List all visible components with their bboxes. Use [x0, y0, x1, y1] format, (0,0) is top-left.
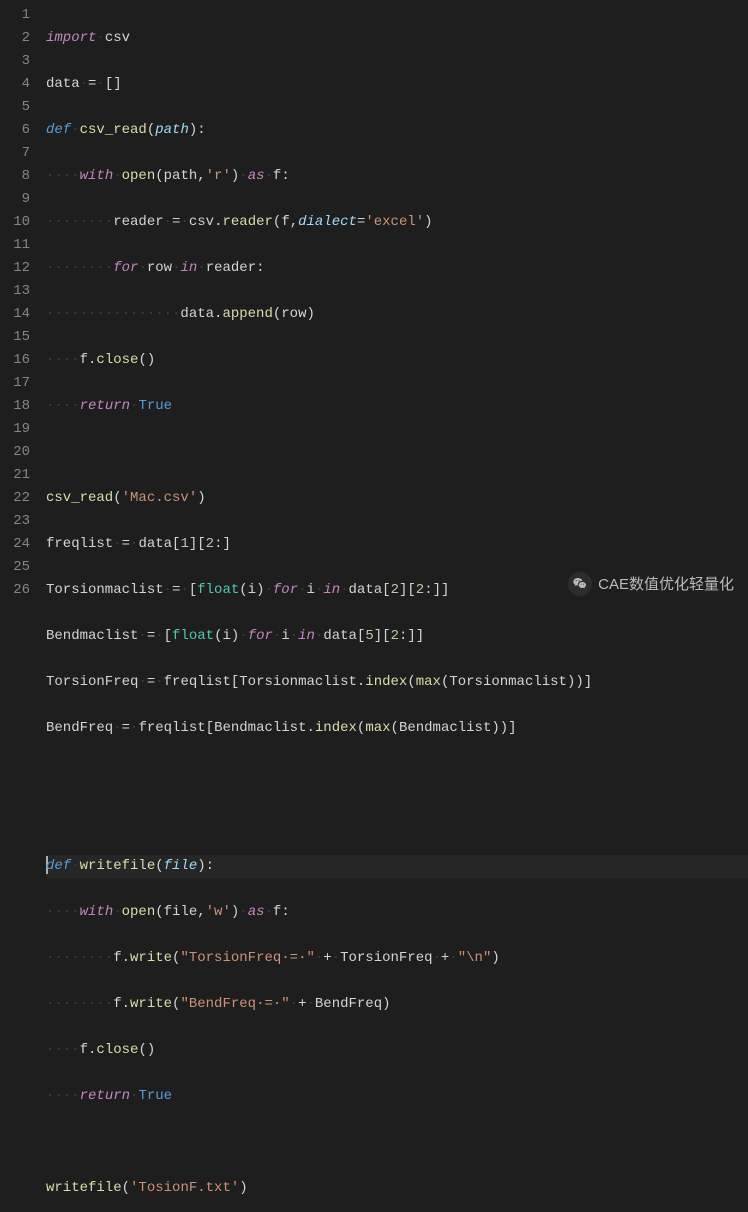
- code-line[interactable]: ········f.write("TorsionFreq·=·"·+·Torsi…: [46, 947, 748, 970]
- line-number: 20: [12, 441, 30, 464]
- line-number: 9: [12, 188, 30, 211]
- line-number: 26: [12, 579, 30, 602]
- line-number: 1: [12, 4, 30, 27]
- code-line[interactable]: ····return·True: [46, 1085, 748, 1108]
- line-number: 4: [12, 73, 30, 96]
- line-number: 23: [12, 510, 30, 533]
- line-number: 16: [12, 349, 30, 372]
- code-line[interactable]: Torsionmaclist·=·[float(i)·for·i·in·data…: [46, 579, 748, 602]
- code-area[interactable]: import·csv data·=·[] def·csv_read(path):…: [38, 0, 748, 606]
- code-line[interactable]: data·=·[]: [46, 73, 748, 96]
- line-number: 13: [12, 280, 30, 303]
- code-line[interactable]: [46, 441, 748, 464]
- line-number: 3: [12, 50, 30, 73]
- code-editor[interactable]: 1 2 3 4 5 6 7 8 9 10 11 12 13 14 15 16 1…: [0, 0, 748, 606]
- line-number: 2: [12, 27, 30, 50]
- line-number: 10: [12, 211, 30, 234]
- code-line[interactable]: [46, 809, 748, 832]
- line-number: 5: [12, 96, 30, 119]
- code-line[interactable]: ········reader·=·csv.reader(f,dialect='e…: [46, 211, 748, 234]
- code-line[interactable]: BendFreq·=·freqlist[Bendmaclist.index(ma…: [46, 717, 748, 740]
- code-line[interactable]: ····with·open(path,'r')·as·f:: [46, 165, 748, 188]
- line-number: 19: [12, 418, 30, 441]
- code-line[interactable]: ····with·open(file,'w')·as·f:: [46, 901, 748, 924]
- line-number-gutter: 1 2 3 4 5 6 7 8 9 10 11 12 13 14 15 16 1…: [0, 0, 38, 606]
- line-number: 12: [12, 257, 30, 280]
- code-line[interactable]: writefile('TosionF.txt'): [46, 1177, 748, 1200]
- line-number: 17: [12, 372, 30, 395]
- code-line[interactable]: ········for·row·in·reader:: [46, 257, 748, 280]
- line-number: 11: [12, 234, 30, 257]
- code-line[interactable]: freqlist·=·data[1][2:]: [46, 533, 748, 556]
- code-line[interactable]: ················data.append(row): [46, 303, 748, 326]
- line-number: 8: [12, 165, 30, 188]
- code-line[interactable]: ····return·True: [46, 395, 748, 418]
- line-number: 7: [12, 142, 30, 165]
- code-line[interactable]: csv_read('Mac.csv'): [46, 487, 748, 510]
- line-number: 18: [12, 395, 30, 418]
- line-number: 24: [12, 533, 30, 556]
- code-line[interactable]: ····f.close(): [46, 349, 748, 372]
- line-number: 14: [12, 303, 30, 326]
- line-number: 6: [12, 119, 30, 142]
- code-line[interactable]: ····f.close(): [46, 1039, 748, 1062]
- code-line[interactable]: Bendmaclist·=·[float(i)·for·i·in·data[5]…: [46, 625, 748, 648]
- code-line[interactable]: def·csv_read(path):: [46, 119, 748, 142]
- code-line[interactable]: [46, 1131, 748, 1154]
- line-number: 21: [12, 464, 30, 487]
- line-number: 22: [12, 487, 30, 510]
- code-line[interactable]: TorsionFreq·=·freqlist[Torsionmaclist.in…: [46, 671, 748, 694]
- code-line[interactable]: ········f.write("BendFreq·=·"·+·BendFreq…: [46, 993, 748, 1016]
- line-number: 25: [12, 556, 30, 579]
- code-line-active[interactable]: def·writefile(file):: [46, 855, 748, 878]
- code-line[interactable]: [46, 763, 748, 786]
- line-number: 15: [12, 326, 30, 349]
- code-line[interactable]: import·csv: [46, 27, 748, 50]
